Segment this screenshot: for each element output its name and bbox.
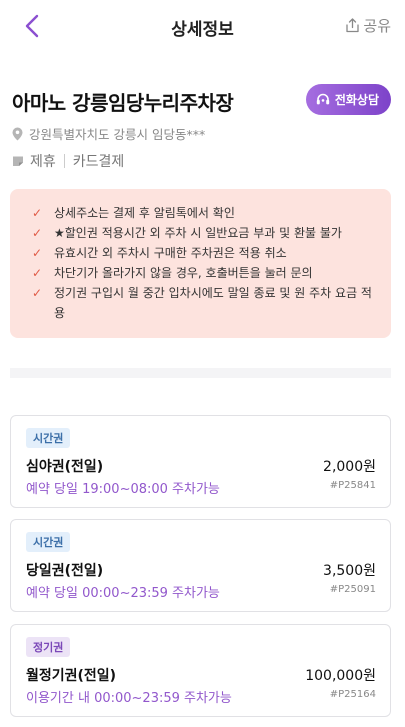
ticket-card[interactable]: 시간권 당일권(전일) 3,500원 예약 당일 00:00~23:59 주차가… bbox=[10, 519, 391, 612]
ticket-code: #P25091 bbox=[329, 584, 376, 595]
address-text: 강원특별자치도 강릉시 임당동*** bbox=[29, 127, 206, 142]
notice-item: ✓ 차단기가 올라가지 않을 경우, 호출버튼을 눌러 문의 bbox=[32, 263, 375, 283]
notice-item: ✓ 정기권 구입시 월 중간 입차시에도 말일 종료 및 원 주차 요금 적용 bbox=[32, 283, 375, 323]
ticket-name: 당일권(전일) bbox=[26, 563, 104, 579]
ticket-price: 3,500원 bbox=[323, 563, 376, 579]
section-divider bbox=[10, 368, 391, 378]
call-consult-button[interactable]: 전화상담 bbox=[305, 84, 391, 115]
lot-name: 아마노 강릉임당누리주차장 bbox=[12, 91, 234, 115]
check-icon: ✓ bbox=[32, 226, 43, 240]
check-icon: ✓ bbox=[32, 246, 43, 260]
ticket-code: #P25841 bbox=[329, 480, 376, 491]
payment-methods-row: 제휴 카드결제 bbox=[12, 151, 124, 171]
ticket-hours: 예약 당일 00:00~23:59 주차가능 bbox=[26, 586, 220, 601]
check-icon: ✓ bbox=[32, 266, 43, 280]
ticket-name: 심야권(전일) bbox=[26, 459, 104, 475]
notice-item: ✓ 상세주소는 결제 후 알림톡에서 확인 bbox=[32, 203, 375, 223]
ticket-code: #P25164 bbox=[329, 689, 376, 700]
ticket-hours: 이용기간 내 00:00~23:59 주차가능 bbox=[26, 691, 232, 706]
ticket-price: 100,000원 bbox=[305, 668, 376, 684]
check-icon: ✓ bbox=[32, 286, 43, 300]
ticket-type-badge: 시간권 bbox=[26, 532, 71, 552]
ticket-hours: 예약 당일 19:00~08:00 주차가능 bbox=[26, 482, 220, 497]
page-title: 상세정보 bbox=[171, 20, 234, 40]
ticket-type-badge: 정기권 bbox=[26, 637, 71, 657]
payment-method-card: 카드결제 bbox=[72, 154, 125, 170]
card-tag-icon bbox=[13, 156, 23, 166]
location-pin-icon bbox=[12, 127, 23, 140]
headset-icon bbox=[316, 93, 330, 105]
ticket-type-badge: 시간권 bbox=[26, 428, 71, 448]
lot-title-row: 아마노 강릉임당누리주차장 전화상담 bbox=[12, 84, 391, 116]
app-header: 상세정보 공유 bbox=[0, 0, 405, 56]
share-icon bbox=[346, 18, 360, 33]
payment-divider bbox=[63, 154, 65, 168]
ticket-card[interactable]: 시간권 심야권(전일) 2,000원 예약 당일 19:00~08:00 주차가… bbox=[10, 415, 391, 508]
share-button[interactable]: 공유 bbox=[345, 15, 391, 36]
ticket-name: 월정기권(전일) bbox=[26, 668, 117, 684]
call-consult-label: 전화상담 bbox=[334, 93, 379, 107]
address-row: 강원특별자치도 강릉시 임당동*** bbox=[12, 124, 205, 143]
share-label: 공유 bbox=[363, 17, 391, 35]
payment-method-partner: 제휴 bbox=[30, 154, 56, 170]
ticket-card[interactable]: 정기권 월정기권(전일) 100,000원 이용기간 내 00:00~23:59… bbox=[10, 624, 391, 717]
notice-item: ✓ ★할인권 적용시간 외 주차 시 일반요금 부과 및 환불 불가 bbox=[32, 223, 375, 243]
notice-item: ✓ 유효시간 외 주차시 구매한 주차권은 적용 취소 bbox=[32, 243, 375, 263]
check-icon: ✓ bbox=[32, 206, 43, 220]
ticket-price: 2,000원 bbox=[323, 459, 376, 475]
notice-box: ✓ 상세주소는 결제 후 알림톡에서 확인 ✓ ★할인권 적용시간 외 주차 시… bbox=[10, 189, 391, 338]
